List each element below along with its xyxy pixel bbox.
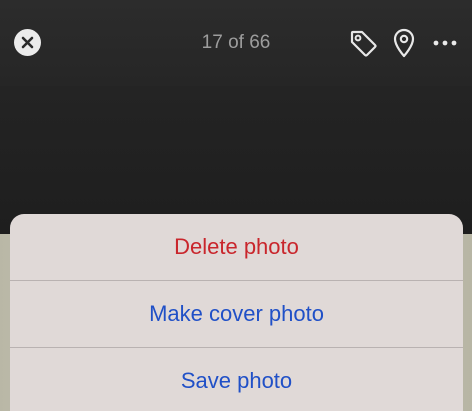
photo-viewer-screen: 17 of 66 Delete photo Make cover photo S…: [0, 0, 472, 411]
make-cover-photo-button[interactable]: Make cover photo: [10, 281, 463, 347]
tag-icon: [348, 28, 378, 58]
more-options-button[interactable]: [430, 30, 460, 56]
delete-photo-button[interactable]: Delete photo: [10, 214, 463, 280]
close-button[interactable]: [14, 29, 41, 56]
action-sheet: Delete photo Make cover photo Save photo: [10, 214, 463, 411]
tag-button[interactable]: [346, 26, 380, 60]
location-pin-icon: [392, 28, 416, 58]
top-bar: 17 of 66: [0, 0, 472, 86]
location-button[interactable]: [390, 26, 418, 60]
more-icon: [433, 39, 457, 47]
close-icon: [21, 36, 34, 49]
save-photo-button[interactable]: Save photo: [10, 348, 463, 411]
photo-counter: 17 of 66: [201, 32, 271, 53]
